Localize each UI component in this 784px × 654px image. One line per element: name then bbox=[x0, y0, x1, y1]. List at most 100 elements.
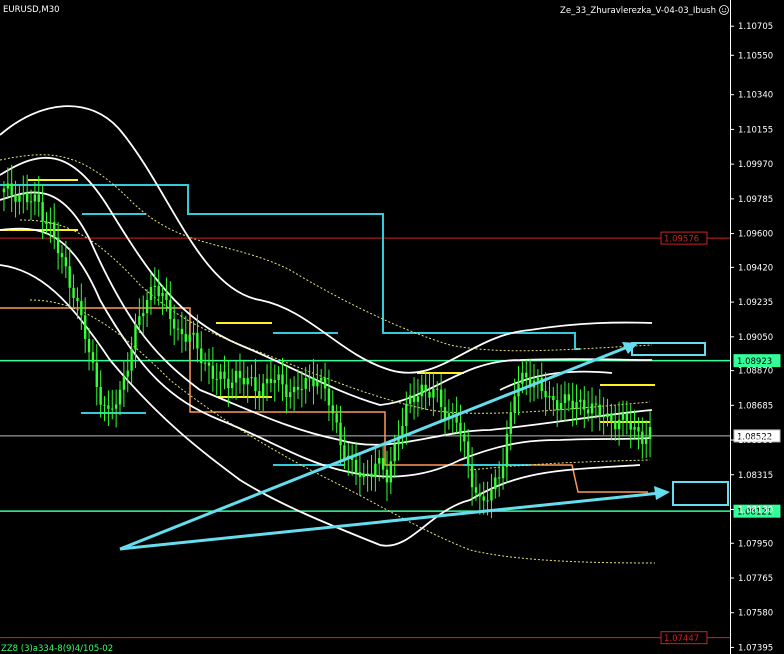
candle-body bbox=[37, 194, 40, 202]
arrowhead-right bbox=[654, 486, 670, 500]
candle-body bbox=[362, 473, 365, 477]
candle-body bbox=[308, 377, 311, 379]
price-axis: 1.10705 1.10550 1.10340 1.10155 1.09970 1.097… bbox=[730, 0, 773, 654]
candle-body bbox=[250, 377, 253, 379]
candle-body bbox=[289, 392, 292, 398]
candle-body bbox=[192, 332, 195, 335]
candle-body bbox=[459, 422, 462, 435]
candle-body bbox=[486, 500, 489, 502]
candle-body bbox=[161, 293, 164, 297]
candle-body bbox=[45, 221, 48, 225]
candle-body bbox=[25, 192, 29, 203]
candle-body bbox=[49, 222, 52, 225]
candle-body bbox=[629, 422, 632, 430]
axis-tick-label: 1.07765 bbox=[738, 574, 773, 584]
envelope-band bbox=[0, 191, 653, 446]
candle-body bbox=[227, 378, 230, 389]
candle-body bbox=[381, 458, 385, 470]
candle-body bbox=[196, 332, 199, 349]
candle-body bbox=[223, 371, 226, 379]
candle-body bbox=[579, 399, 582, 403]
axis-tick-label: 1.09785 bbox=[738, 195, 773, 205]
candle-body bbox=[552, 395, 555, 401]
candle-body bbox=[176, 328, 180, 330]
candle-body bbox=[153, 285, 157, 287]
candle-body bbox=[254, 377, 257, 392]
candle-body bbox=[385, 469, 389, 483]
candle-body bbox=[134, 324, 137, 350]
candle-body bbox=[610, 413, 613, 422]
trend-arrow-up bbox=[119, 344, 631, 551]
candle-body bbox=[203, 362, 207, 364]
candle-body bbox=[261, 383, 265, 397]
candle-body bbox=[428, 391, 431, 398]
axis-tick-label: 1.10340 bbox=[738, 91, 773, 101]
candle-body bbox=[265, 378, 269, 384]
candle-body bbox=[285, 384, 288, 398]
candle-body bbox=[14, 194, 17, 202]
candle-body bbox=[188, 334, 191, 342]
candle-body bbox=[281, 374, 284, 385]
candle-body bbox=[200, 348, 203, 364]
candle-body bbox=[138, 316, 141, 325]
candle-body bbox=[319, 377, 323, 381]
dotted-band bbox=[19, 219, 651, 414]
candle-body bbox=[641, 431, 644, 444]
candle-body bbox=[111, 408, 114, 410]
candle-body bbox=[559, 402, 563, 410]
candle-body bbox=[354, 459, 358, 473]
candle-body bbox=[602, 415, 605, 418]
axis-tick-label: 1.08130 bbox=[738, 505, 773, 515]
candle-body bbox=[99, 386, 102, 405]
candle-body bbox=[327, 388, 331, 406]
axis-tick-label: 1.08315 bbox=[738, 471, 773, 481]
candle-body bbox=[393, 444, 396, 462]
candle-body bbox=[292, 386, 296, 393]
indicator-label: Ze_33_Zhuravlerezka_V-04-03_Ibush bbox=[560, 6, 716, 16]
candle-body bbox=[180, 328, 184, 335]
candle-body bbox=[389, 461, 393, 483]
candle-body bbox=[246, 378, 249, 385]
candle-body bbox=[118, 389, 122, 405]
candle-body bbox=[316, 380, 319, 387]
candle-body bbox=[107, 405, 110, 409]
candle-body bbox=[644, 439, 648, 444]
candle-body bbox=[207, 362, 211, 366]
candle-body bbox=[130, 349, 133, 371]
candle-body bbox=[323, 377, 327, 389]
candle-body bbox=[536, 377, 540, 381]
candle-body bbox=[80, 301, 83, 316]
candle-body bbox=[273, 379, 276, 383]
candle-body bbox=[567, 394, 571, 401]
candle-body bbox=[18, 194, 21, 202]
symbol-label: EURUSD,M30 bbox=[3, 5, 60, 15]
candle-body bbox=[184, 334, 187, 342]
candle-body bbox=[335, 413, 338, 423]
candle-body bbox=[606, 413, 609, 418]
candle-body bbox=[87, 339, 91, 353]
axis-tick-label: 1.09050 bbox=[738, 333, 773, 343]
candle-body bbox=[408, 395, 412, 404]
candle-body bbox=[439, 389, 443, 408]
candle-body bbox=[467, 441, 470, 466]
candle-body bbox=[277, 374, 280, 380]
cyan-step-level bbox=[0, 184, 580, 350]
axis-tick-label: 1.10155 bbox=[738, 125, 773, 135]
candle-body bbox=[149, 286, 153, 300]
candle-body bbox=[490, 489, 493, 501]
candle-body bbox=[304, 377, 307, 389]
candle-body bbox=[169, 299, 172, 320]
candle-body bbox=[145, 299, 149, 314]
candle-body bbox=[91, 352, 95, 363]
candle-body bbox=[22, 192, 25, 195]
candle-body bbox=[575, 402, 578, 410]
candle-body bbox=[374, 463, 377, 477]
candle-body bbox=[614, 421, 617, 430]
candle-body bbox=[590, 403, 594, 414]
candle-body bbox=[451, 413, 454, 415]
candle-body bbox=[103, 404, 106, 406]
axis-tick-label: 1.07950 bbox=[738, 539, 773, 549]
candle-body bbox=[219, 371, 222, 380]
candle-body bbox=[525, 372, 528, 378]
candle-body bbox=[436, 388, 439, 390]
